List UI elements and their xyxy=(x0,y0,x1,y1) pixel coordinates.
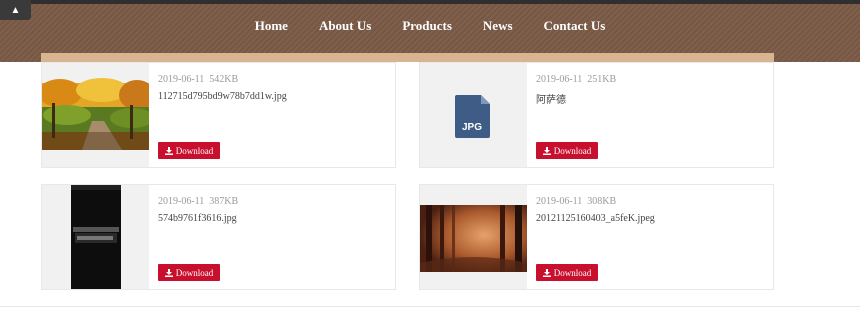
download-icon xyxy=(164,268,173,277)
nav-contact-us[interactable]: Contact Us xyxy=(528,18,621,34)
download-button[interactable]: Download xyxy=(158,264,220,281)
file-card: 2019-06-11 308KB 20121125160403_a5feK.jpe… xyxy=(419,184,774,290)
misty-forest-photo xyxy=(420,205,527,272)
file-thumbnail: JPG xyxy=(420,63,527,167)
file-size: 251KB xyxy=(587,74,617,85)
file-date: 2019-06-11 xyxy=(536,196,583,207)
file-info: 2019-06-11 387KB 574b9761f3616.jpg Downlo… xyxy=(158,185,387,289)
nav-home[interactable]: Home xyxy=(239,18,303,34)
download-label: Download xyxy=(175,267,214,278)
file-thumbnail xyxy=(42,185,149,289)
file-size: 387KB xyxy=(209,196,239,207)
file-date: 2019-06-11 xyxy=(536,74,583,85)
download-label: Download xyxy=(175,145,214,156)
file-meta: 2019-06-11 251KB xyxy=(536,74,616,85)
autumn-park-photo xyxy=(42,78,149,150)
file-date: 2019-06-11 xyxy=(158,196,205,207)
bottom-divider xyxy=(0,306,860,307)
file-meta: 2019-06-11 542KB xyxy=(158,74,238,85)
download-button[interactable]: Download xyxy=(536,264,598,281)
file-info: 2019-06-11 251KB 阿萨德 Download xyxy=(536,63,765,167)
file-list: 2019-06-11 542KB 112715d795bd9w78b7dd1w.j… xyxy=(0,62,860,310)
phone-screenshot xyxy=(42,185,149,289)
download-icon xyxy=(542,268,551,277)
file-thumbnail xyxy=(420,185,527,289)
file-card: JPG 2019-06-11 251KB 阿萨德 Download xyxy=(419,62,774,168)
download-icon xyxy=(542,146,551,155)
file-meta: 2019-06-11 308KB xyxy=(536,196,616,207)
file-name: 阿萨德 xyxy=(536,95,566,106)
scroll-top-button[interactable]: ▲ xyxy=(0,0,31,20)
nav-news[interactable]: News xyxy=(467,18,528,34)
nav-about-us[interactable]: About Us xyxy=(303,18,386,34)
file-size: 308KB xyxy=(587,196,617,207)
file-meta: 2019-06-11 387KB xyxy=(158,196,238,207)
file-name: 112715d795bd9w78b7dd1w.jpg xyxy=(158,91,287,102)
nav-products[interactable]: Products xyxy=(387,18,468,34)
download-button[interactable]: Download xyxy=(536,142,598,159)
file-info: 2019-06-11 308KB 20121125160403_a5feK.jpe… xyxy=(536,185,765,289)
file-thumbnail xyxy=(42,63,149,167)
up-triangle-icon: ▲ xyxy=(10,4,21,16)
download-icon xyxy=(164,146,173,155)
file-info: 2019-06-11 542KB 112715d795bd9w78b7dd1w.j… xyxy=(158,63,387,167)
download-button[interactable]: Download xyxy=(158,142,220,159)
jpg-icon-label: JPG xyxy=(462,122,482,133)
file-card: 2019-06-11 542KB 112715d795bd9w78b7dd1w.j… xyxy=(41,62,396,168)
file-date: 2019-06-11 xyxy=(158,74,205,85)
main-nav: Home About Us Products News Contact Us xyxy=(0,4,860,48)
file-size: 542KB xyxy=(209,74,239,85)
file-name: 574b9761f3616.jpg xyxy=(158,213,237,224)
file-name: 20121125160403_a5feK.jpeg xyxy=(536,213,655,224)
file-card: 2019-06-11 387KB 574b9761f3616.jpg Downlo… xyxy=(41,184,396,290)
download-label: Download xyxy=(553,145,592,156)
accent-strip xyxy=(41,53,774,62)
jpg-file-icon: JPG xyxy=(455,95,490,138)
download-label: Download xyxy=(553,267,592,278)
